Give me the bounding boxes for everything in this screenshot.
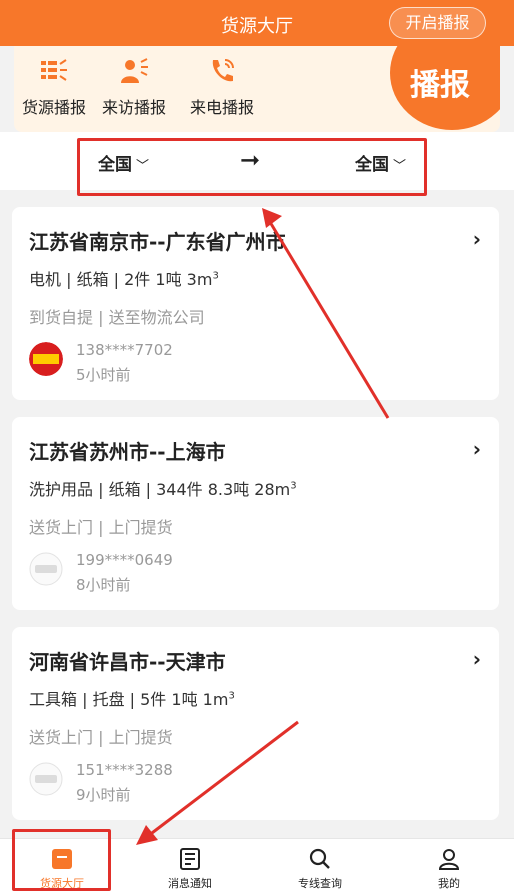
chevron-right-icon[interactable]: › — [473, 437, 481, 461]
annotation-highlight-filter — [77, 138, 427, 196]
tab-route-search[interactable]: 专线查询 — [275, 847, 365, 891]
megaphone-list-icon — [41, 59, 67, 81]
tab-messages[interactable]: 消息通知 — [145, 847, 235, 891]
contact-phone: 138****7702 — [76, 341, 173, 359]
company-logo-icon — [29, 762, 63, 796]
tab-mine[interactable]: 我的 — [404, 847, 494, 891]
broadcast-badge-label: 播报 — [410, 68, 470, 103]
cargo-specs: 洗护用品 | 纸箱 | 344件 8.3吨 28m3 — [29, 476, 297, 500]
message-icon — [180, 848, 200, 870]
category-label: 来电播报 — [190, 98, 255, 117]
chevron-right-icon[interactable]: › — [473, 647, 481, 671]
post-time: 5小时前 — [76, 366, 131, 384]
avatar — [29, 552, 63, 586]
contact-phone: 199****0649 — [76, 551, 173, 569]
top-bar: 货源大厅 开启播报 — [0, 0, 514, 46]
tab-label: 专线查询 — [298, 877, 342, 890]
category-label: 货源播报 — [22, 98, 87, 117]
chevron-right-icon[interactable]: › — [473, 227, 481, 251]
post-time: 9小时前 — [76, 786, 131, 804]
cargo-specs: 工具箱 | 托盘 | 5件 1吨 1m3 — [29, 686, 235, 710]
phone-ring-icon — [212, 59, 234, 82]
broadcast-banner: 播报 货源播报 来访播报 来电播报 — [14, 46, 500, 132]
service-options: 送货上门 | 上门提货 — [29, 518, 173, 537]
category-call-broadcast[interactable]: 来电播报 — [190, 56, 254, 118]
user-icon — [438, 849, 460, 870]
category-cargo-broadcast[interactable]: 货源播报 — [22, 56, 86, 118]
cargo-specs: 电机 | 纸箱 | 2件 1吨 3m3 — [29, 266, 219, 290]
route-title: 河南省许昌市--天津市 — [29, 650, 226, 674]
company-logo-icon — [29, 552, 63, 586]
category-visitor-broadcast[interactable]: 来访播报 — [102, 56, 166, 118]
tab-label: 消息通知 — [168, 877, 212, 890]
tab-label: 我的 — [438, 877, 460, 890]
avatar — [29, 762, 63, 796]
annotation-highlight-tab — [12, 829, 111, 891]
route-title: 江苏省南京市--广东省广州市 — [29, 230, 286, 254]
route-title: 江苏省苏州市--上海市 — [29, 440, 226, 464]
superscript: 3 — [228, 690, 235, 702]
search-icon — [309, 848, 330, 869]
superscript: 3 — [212, 270, 219, 282]
cargo-specs-text: 洗护用品 | 纸箱 | 344件 8.3吨 28m — [29, 480, 291, 499]
start-broadcast-button[interactable]: 开启播报 — [389, 7, 486, 39]
cargo-card[interactable]: 江苏省苏州市--上海市 › 洗护用品 | 纸箱 | 344件 8.3吨 28m3… — [12, 417, 499, 610]
service-options: 送货上门 | 上门提货 — [29, 728, 173, 747]
avatar — [29, 342, 63, 376]
cargo-specs-text: 工具箱 | 托盘 | 5件 1吨 1m — [29, 690, 229, 709]
cargo-card[interactable]: 江苏省南京市--广东省广州市 › 电机 | 纸箱 | 2件 1吨 3m3 到货自… — [12, 207, 499, 400]
superscript: 3 — [290, 480, 297, 492]
post-time: 8小时前 — [76, 576, 131, 594]
contact-phone: 151****3288 — [76, 761, 173, 779]
company-logo-icon — [29, 342, 63, 376]
broadcast-badge[interactable]: 播报 — [390, 46, 500, 130]
service-options: 到货自提 | 送至物流公司 — [29, 308, 205, 327]
visitor-megaphone-icon — [121, 58, 148, 83]
cargo-specs-text: 电机 | 纸箱 | 2件 1吨 3m — [29, 270, 213, 289]
category-label: 来访播报 — [102, 98, 167, 117]
cargo-card[interactable]: 河南省许昌市--天津市 › 工具箱 | 托盘 | 5件 1吨 1m3 送货上门 … — [12, 627, 499, 820]
